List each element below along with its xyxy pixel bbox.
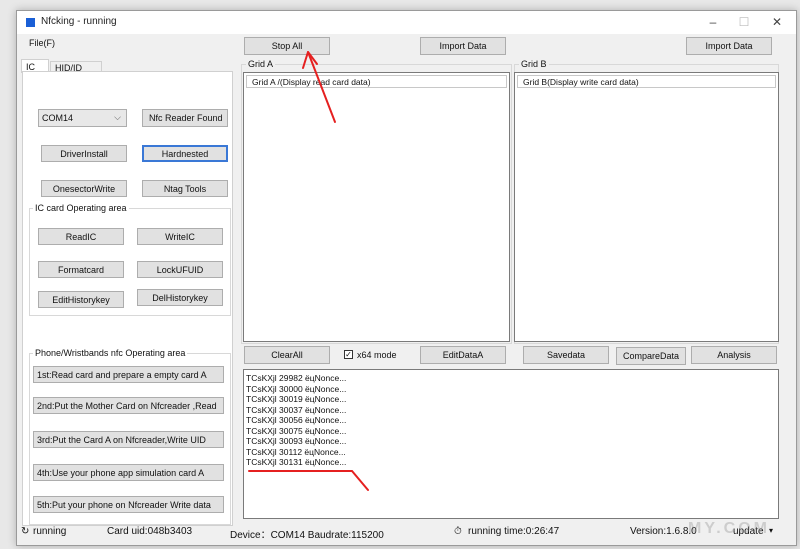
step-4-button[interactable]: 4th:Use your phone app simulation card A: [33, 464, 224, 481]
nfc-reader-found-button[interactable]: Nfc Reader Found: [142, 109, 228, 127]
grid-b-header: Grid B(Display write card data): [517, 75, 776, 88]
log-line: TCsKXjl 29982 ёцNonce...: [246, 373, 347, 383]
write-ic-button[interactable]: WriteIC: [137, 228, 223, 245]
import-data-b-button[interactable]: Import Data: [686, 37, 772, 55]
log-line: TCsKXjl 30131 ёцNonce...: [246, 457, 347, 467]
app-window: Nfcking - running – ☐ ✕ File(F) Stop All…: [16, 10, 797, 546]
log-lines: TCsKXjl 29982 ёцNonce... TCsKXjl 30000 ё…: [244, 370, 778, 468]
menu-file[interactable]: File(F): [29, 38, 55, 48]
ic-card-operating-area: IC card Operating area ReadIC WriteIC Fo…: [29, 203, 231, 316]
log-line: TCsKXjl 30019 ёцNonce...: [246, 394, 347, 404]
compare-data-button[interactable]: CompareData: [616, 347, 686, 365]
onesector-write-button[interactable]: OnesectorWrite: [41, 180, 127, 197]
log-line: TCsKXjl 30112 ёцNonce...: [246, 446, 346, 457]
refresh-icon: ↻: [21, 526, 30, 537]
ic-tab-panel: COM14 ⌵ Nfc Reader Found DriverInstall H…: [22, 71, 233, 526]
import-data-a-button[interactable]: Import Data: [420, 37, 506, 55]
phone-group-title: Phone/Wristbands nfc Operating area: [33, 348, 188, 358]
del-history-key-button[interactable]: DelHistorykey: [137, 289, 223, 306]
version-label: Version:1.6.8.0: [630, 526, 697, 537]
watermark: MY.COM: [688, 520, 770, 537]
status-state: running: [33, 526, 67, 537]
log-line: TCsKXjl 30075 ёцNonce...: [246, 425, 347, 436]
app-icon: [26, 18, 35, 27]
clear-all-button[interactable]: ClearAll: [244, 346, 330, 364]
step-1-button[interactable]: 1st:Read card and prepare a empty card A: [33, 366, 224, 383]
chevron-down-icon: ⌵: [114, 112, 121, 122]
grid-a-title: Grid A: [246, 59, 276, 69]
menu-bar: File(F): [17, 34, 796, 53]
x64-mode-checkbox[interactable]: ✓: [344, 350, 353, 359]
ic-group-title: IC card Operating area: [33, 203, 129, 213]
log-line: TCsKXjl 30093 ёцNonce...: [246, 436, 347, 446]
grid-a[interactable]: Grid A /(Display read card data): [243, 72, 510, 342]
step-5-button[interactable]: 5th:Put your phone on Nfcreader Write da…: [33, 496, 224, 513]
lock-ufuid-button[interactable]: LockUFUID: [137, 261, 223, 278]
driver-install-button[interactable]: DriverInstall: [41, 145, 127, 162]
grid-b-title: Grid B: [519, 59, 549, 69]
close-button[interactable]: ✕: [763, 14, 791, 31]
analysis-button[interactable]: Analysis: [691, 346, 777, 364]
log-line: TCsKXjl 30056 ёцNonce...: [246, 415, 347, 425]
phone-operating-area: Phone/Wristbands nfc Operating area 1st:…: [29, 348, 231, 525]
edit-history-key-button[interactable]: EditHistorykey: [38, 291, 124, 308]
log-output[interactable]: TCsKXjl 29982 ёцNonce... TCsKXjl 30000 ё…: [243, 369, 779, 519]
title-bar: Nfcking - running – ☐ ✕: [17, 11, 796, 34]
save-data-button[interactable]: Savedata: [523, 346, 609, 364]
read-ic-button[interactable]: ReadIC: [38, 228, 124, 245]
step-2-button[interactable]: 2nd:Put the Mother Card on Nfcreader ,Re…: [33, 397, 224, 414]
log-line: TCsKXjl 30000 ёцNonce...: [246, 383, 347, 394]
status-bar: ↻ running Card uid:048b3403 Device：COM14…: [17, 523, 796, 545]
minimize-button[interactable]: –: [699, 14, 727, 31]
running-time: running time:0:26:47: [468, 526, 560, 537]
format-card-button[interactable]: Formatcard: [38, 261, 124, 278]
x64-mode-label: x64 mode: [357, 350, 397, 360]
grid-a-header: Grid A /(Display read card data): [246, 75, 507, 88]
log-line: TCsKXjl 30037 ёцNonce...: [246, 404, 347, 415]
grid-b[interactable]: Grid B(Display write card data): [514, 72, 779, 342]
ntag-tools-button[interactable]: Ntag Tools: [142, 180, 228, 197]
port-select[interactable]: COM14 ⌵: [38, 109, 127, 127]
hardnested-button[interactable]: Hardnested: [142, 145, 228, 162]
card-uid: Card uid:048b3403: [107, 526, 193, 537]
port-value: COM14: [42, 113, 74, 123]
device-info: Device：COM14 Baudrate:115200: [230, 530, 384, 541]
step-3-button[interactable]: 3rd:Put the Card A on Nfcreader,Write UI…: [33, 431, 224, 448]
stopwatch-icon: ⏱: [454, 526, 462, 537]
window-title: Nfcking - running: [41, 16, 117, 27]
maximize-button[interactable]: ☐: [730, 14, 758, 31]
edit-data-a-button[interactable]: EditDataA: [420, 346, 506, 364]
stop-all-button[interactable]: Stop All: [244, 37, 330, 55]
